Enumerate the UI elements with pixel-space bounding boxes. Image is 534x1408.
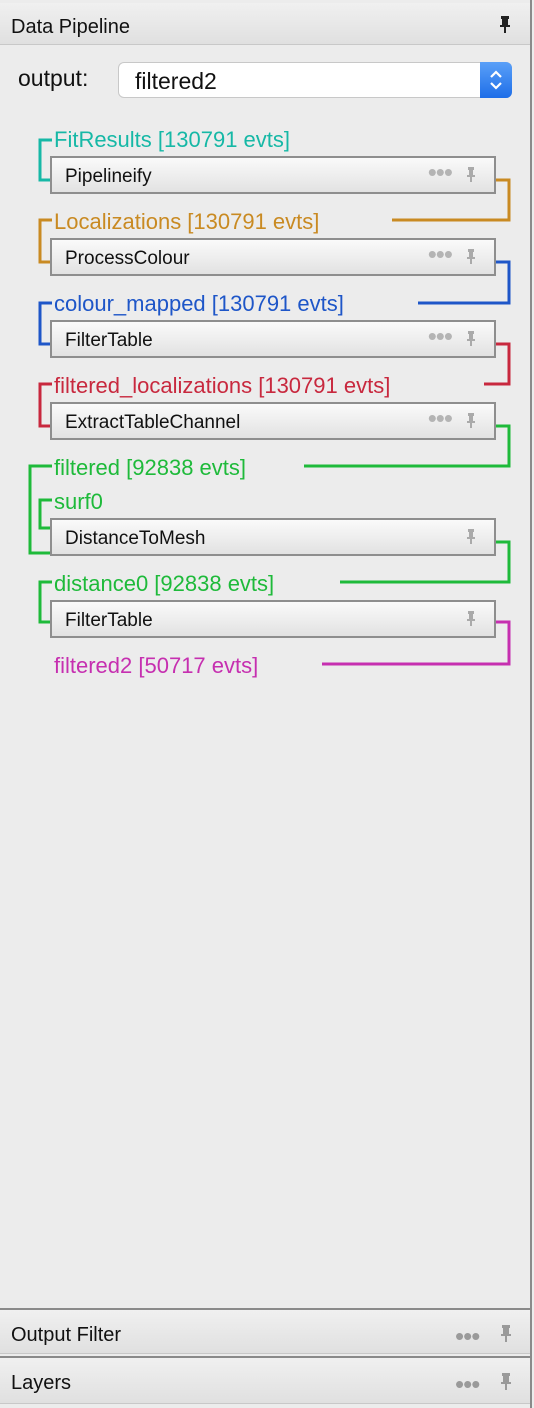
pipeline-label-filtered: filtered [92838 evts] [54,455,247,480]
pipeline-label-localizations: Localizations [130791 evts] [54,209,320,234]
more-dots-icon[interactable]: ••• [428,323,453,349]
pin-icon[interactable] [466,412,476,428]
pin-icon[interactable] [466,166,476,182]
pipeline-node-distancetomesh[interactable]: DistanceToMesh [50,518,496,556]
pipeline-label-surf0: surf0 [54,489,103,514]
output-filter-title: Output Filter [11,1324,122,1346]
node-name: ProcessColour [65,248,190,269]
pipeline-label-filtered-localizations: filtered_localizations [130791 evts] [54,373,391,398]
pipeline-label-distance0: distance0 [92838 evts] [54,571,275,596]
pipeline-node-pipelineify[interactable]: Pipelineify ••• [50,156,496,194]
pipeline-node-extracttablechannel[interactable]: ExtractTableChannel ••• [50,402,496,440]
more-dots-icon[interactable]: ••• [455,1371,480,1397]
node-name: FilterTable [65,610,153,631]
pin-icon[interactable] [466,610,476,626]
more-dots-icon[interactable]: ••• [428,405,453,431]
more-dots-icon[interactable]: ••• [455,1323,480,1349]
pin-icon[interactable] [499,15,511,33]
pipeline-node-processcolour[interactable]: ProcessColour ••• [50,238,496,276]
output-select-value: filtered2 [135,68,217,94]
node-name: Pipelineify [65,166,152,187]
pin-icon[interactable] [466,528,476,544]
output-select[interactable]: filtered2 [118,62,512,98]
pin-icon[interactable] [466,330,476,346]
pipeline-label-colour-mapped: colour_mapped [130791 evts] [54,291,344,316]
output-filter-header[interactable]: Output Filter ••• [0,1308,530,1354]
layers-title: Layers [11,1372,72,1394]
data-pipeline-header[interactable]: Data Pipeline [0,3,530,45]
select-stepper-icon[interactable] [480,62,512,98]
pin-icon[interactable] [500,1372,512,1390]
node-name: ExtractTableChannel [65,412,241,433]
pin-icon[interactable] [500,1324,512,1342]
pin-icon[interactable] [466,248,476,264]
output-label: output: [18,65,89,91]
more-dots-icon[interactable]: ••• [428,241,453,267]
more-dots-icon[interactable]: ••• [428,159,453,185]
pipeline-node-filtertable-2[interactable]: FilterTable [50,600,496,638]
pipeline-node-filtertable[interactable]: FilterTable ••• [50,320,496,358]
data-pipeline-title: Data Pipeline [11,16,130,38]
pipeline-label-filtered2: filtered2 [50717 evts] [54,653,259,678]
node-name: FilterTable [65,330,153,351]
node-name: DistanceToMesh [65,528,206,549]
pipeline-label-fitresults: FitResults [130791 evts] [54,127,291,152]
layers-header[interactable]: Layers ••• [0,1356,530,1404]
